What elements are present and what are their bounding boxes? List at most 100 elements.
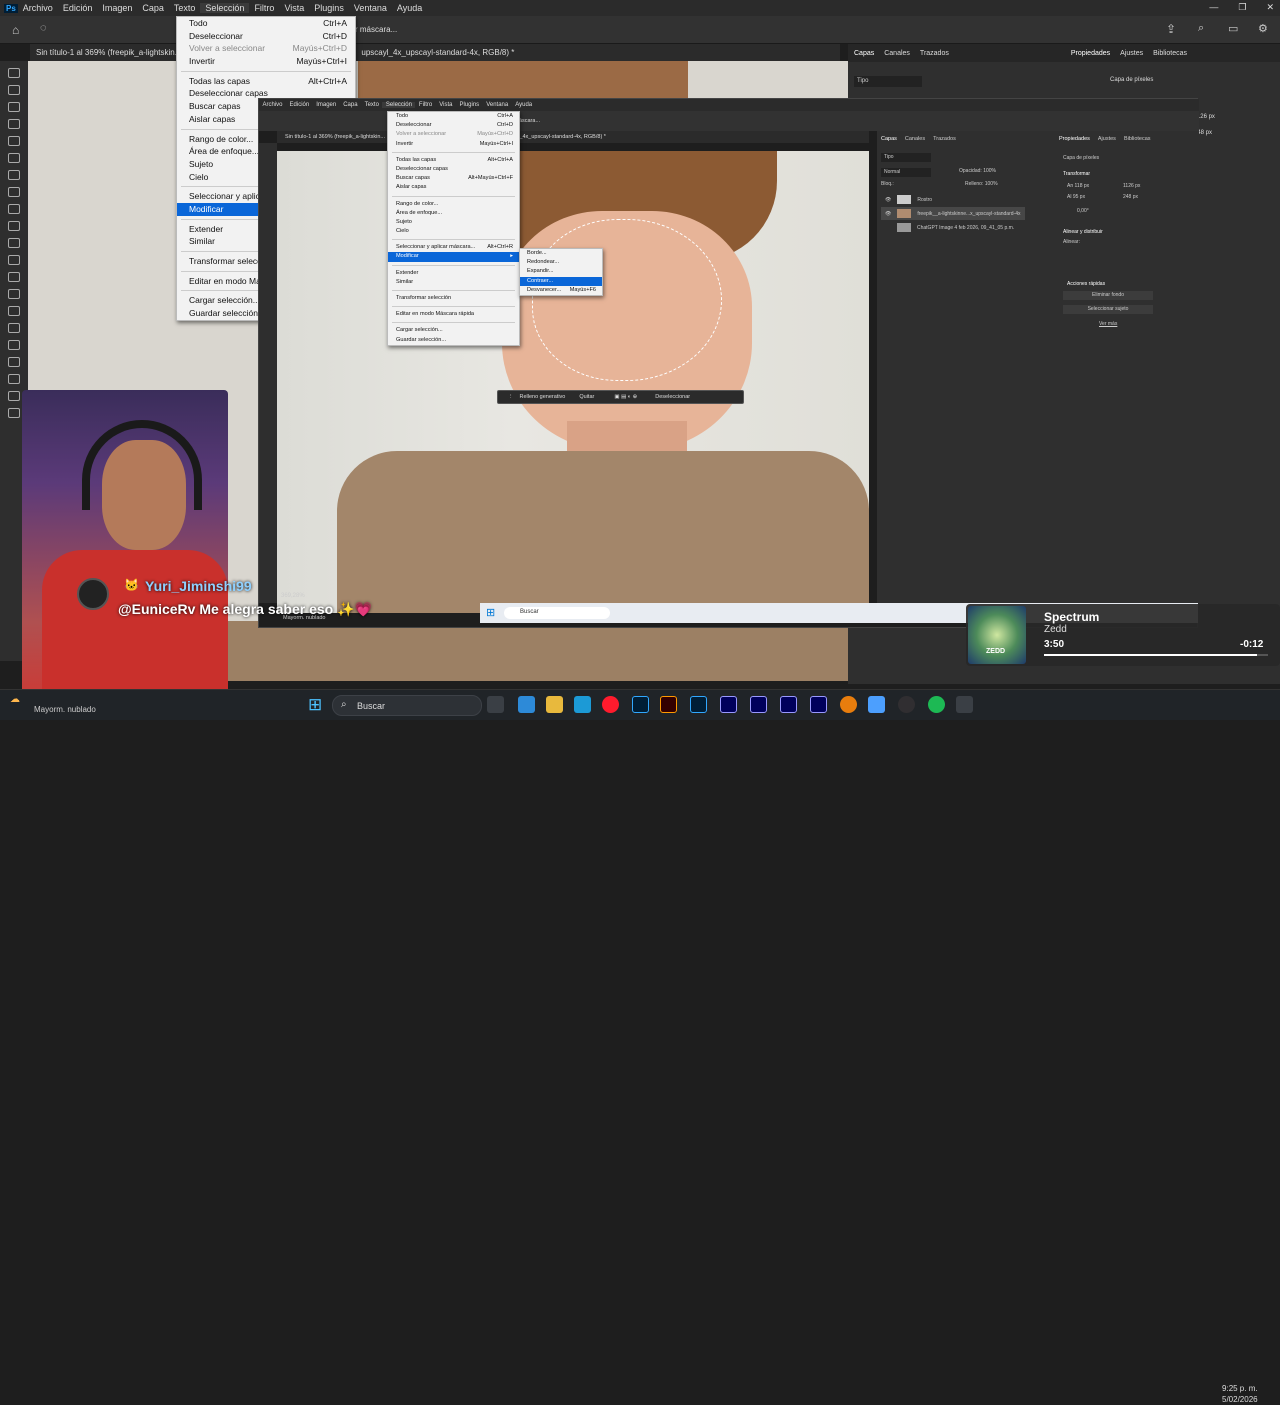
- inner-selection-menu-item[interactable]: Aislar capas: [388, 183, 519, 192]
- inner-selection-menu-item[interactable]: Todas las capas Alt+Ctrl+A: [388, 156, 519, 165]
- menu-ayuda[interactable]: Ayuda: [392, 3, 427, 13]
- move-tool-icon[interactable]: [8, 68, 20, 78]
- window-app-icon[interactable]: [956, 696, 973, 713]
- menu-edicion[interactable]: Edición: [58, 3, 98, 13]
- widgets-icon[interactable]: [518, 696, 535, 713]
- inner-selection-menu-item[interactable]: Seleccionar y aplicar máscara... Alt+Ctrl…: [388, 243, 519, 252]
- modify-submenu-item[interactable]: Borde...: [520, 249, 602, 258]
- home-icon[interactable]: ⌂: [12, 23, 19, 37]
- gear-icon[interactable]: ⚙: [1258, 22, 1268, 35]
- photoshop-icon[interactable]: [632, 696, 649, 713]
- dodge-tool-icon[interactable]: [8, 306, 20, 316]
- transform-x[interactable]: 1126 px: [1123, 183, 1140, 189]
- obs-icon[interactable]: [898, 696, 915, 713]
- mask-button[interactable]: r máscara...: [355, 25, 397, 34]
- inner-selection-menu-item[interactable]: Deseleccionar capas: [388, 165, 519, 174]
- remove-bg-button[interactable]: Eliminar fondo: [1063, 291, 1153, 300]
- transform-angle[interactable]: 0,00°: [1077, 208, 1089, 214]
- magic-wand-tool-icon[interactable]: [8, 119, 20, 129]
- windows-icon[interactable]: ⊞: [308, 695, 322, 715]
- inner-menu-item[interactable]: Imagen: [313, 102, 340, 108]
- weather-icon[interactable]: ☁: [10, 694, 20, 705]
- layer-row-freepik[interactable]: 👁 freepik__a-lightskinne...x_upscayl-stan…: [881, 207, 1025, 220]
- inner-blend-mode[interactable]: Normal: [881, 168, 931, 177]
- inner-tab-capas[interactable]: Capas: [881, 136, 897, 142]
- modify-submenu-item[interactable]: Redondear...: [520, 258, 602, 267]
- tab-trazados[interactable]: Trazados: [920, 50, 949, 57]
- menu-plugins[interactable]: Plugins: [309, 3, 349, 13]
- edge-icon[interactable]: [574, 696, 591, 713]
- type-tool-icon[interactable]: [8, 340, 20, 350]
- inner-menu-item[interactable]: Edición: [286, 102, 313, 108]
- stamp-tool-icon[interactable]: [8, 221, 20, 231]
- inner-menu-item[interactable]: Texto: [361, 102, 382, 108]
- eyedropper-tool-icon[interactable]: [8, 170, 20, 180]
- transform-y[interactable]: 248 px: [1123, 194, 1138, 200]
- tab-bibliotecas[interactable]: Bibliotecas: [1153, 50, 1187, 57]
- selection-menu-item[interactable]: Todas las capas Alt+Ctrl+A: [177, 75, 355, 88]
- inner-tab-ajustes[interactable]: Ajustes: [1098, 136, 1116, 142]
- inner-menu-item[interactable]: Capa: [340, 102, 361, 108]
- inner-tab-propiedades[interactable]: Propiedades: [1059, 136, 1090, 142]
- menu-ventana[interactable]: Ventana: [349, 3, 392, 13]
- share-icon[interactable]: ⇪: [1166, 22, 1176, 36]
- tab-ajustes[interactable]: Ajustes: [1120, 50, 1143, 57]
- layer-row-rostro[interactable]: 👁 Rostro: [881, 193, 1025, 206]
- inner-windows-icon[interactable]: ⊞: [486, 606, 495, 619]
- inner-menu-item[interactable]: Ayuda: [512, 102, 536, 108]
- lightroom-icon[interactable]: [690, 696, 707, 713]
- audition-icon[interactable]: [750, 696, 767, 713]
- selection-menu-item[interactable]: Todo Ctrl+A: [177, 17, 355, 30]
- history-brush-tool-icon[interactable]: [8, 238, 20, 248]
- inner-selection-menu-item[interactable]: Invertir Mayús+Ctrl+I: [388, 140, 519, 149]
- select-subject-button[interactable]: Seleccionar sujeto: [1063, 305, 1153, 314]
- file-explorer-icon[interactable]: [546, 696, 563, 713]
- layer-row-chatgpt[interactable]: ChatGPT Image 4 feb 2026, 09_41_05 p.m.: [881, 221, 1025, 234]
- tab-canales[interactable]: Canales: [884, 50, 910, 57]
- eye-icon[interactable]: 👁: [885, 197, 891, 203]
- frame-tool-icon[interactable]: [8, 153, 20, 163]
- inner-canvas[interactable]: [277, 151, 869, 613]
- selection-menu-item[interactable]: Deseleccionar Ctrl+D: [177, 30, 355, 43]
- path-select-tool-icon[interactable]: [8, 357, 20, 367]
- inner-menu-item[interactable]: Plugins: [456, 102, 483, 108]
- pen-tool-icon[interactable]: [8, 323, 20, 333]
- menu-seleccion[interactable]: Selección: [200, 3, 250, 13]
- inner-selection-menu-item[interactable]: Sujeto: [388, 218, 519, 227]
- inner-search-box[interactable]: Buscar: [504, 607, 610, 619]
- selection-menu-item[interactable]: Invertir Mayús+Ctrl+I: [177, 55, 355, 68]
- modify-submenu-item[interactable]: Contraer...: [520, 276, 602, 286]
- maximize-icon[interactable]: ❐: [1238, 2, 1246, 13]
- premiere-icon[interactable]: [810, 696, 827, 713]
- menu-vista[interactable]: Vista: [279, 3, 309, 13]
- app-icon[interactable]: [868, 696, 885, 713]
- blender-icon[interactable]: [840, 696, 857, 713]
- hand-tool-icon[interactable]: [8, 391, 20, 401]
- selection-menu-item[interactable]: Volver a seleccionar Mayús+Ctrl+D: [177, 42, 355, 55]
- eraser-tool-icon[interactable]: [8, 255, 20, 265]
- tab-capas[interactable]: Capas: [854, 50, 874, 57]
- search-icon[interactable]: ⌕: [1198, 22, 1204, 35]
- document-tab[interactable]: Sin título-1 al 369% (freepik_a-lightski…: [30, 44, 840, 61]
- brush-tool-icon[interactable]: [8, 204, 20, 214]
- inner-kind-filter[interactable]: Tipo: [881, 153, 931, 162]
- media-encoder-icon[interactable]: [780, 696, 797, 713]
- inner-selection-menu-item[interactable]: Guardar selección...: [388, 336, 519, 345]
- lasso-tool-icon[interactable]: [8, 102, 20, 112]
- remove-button[interactable]: Quitar: [579, 394, 594, 400]
- inner-selection-menu-item[interactable]: Volver a seleccionar Mayús+Ctrl+D: [388, 130, 519, 139]
- zoom-tool-icon[interactable]: [8, 408, 20, 418]
- outer-kind-filter[interactable]: Tipo: [854, 76, 922, 87]
- inner-menu-item[interactable]: Archivo: [259, 102, 286, 108]
- transform-h[interactable]: Al 95 px: [1067, 194, 1085, 200]
- inner-tab-trazados[interactable]: Trazados: [933, 136, 956, 142]
- inner-selection-menu-item[interactable]: Modificar ▸: [388, 252, 519, 262]
- see-more-link[interactable]: Ver más: [1099, 321, 1117, 327]
- inner-tab-canales[interactable]: Canales: [905, 136, 925, 142]
- more-icon[interactable]: ⋮: [508, 394, 514, 400]
- blur-tool-icon[interactable]: [8, 289, 20, 299]
- inner-selection-menu-item[interactable]: Todo Ctrl+A: [388, 112, 519, 121]
- after-effects-icon[interactable]: [720, 696, 737, 713]
- inner-selection-menu-item[interactable]: Cielo: [388, 227, 519, 236]
- inner-selection-menu-item[interactable]: Rango de color...: [388, 200, 519, 209]
